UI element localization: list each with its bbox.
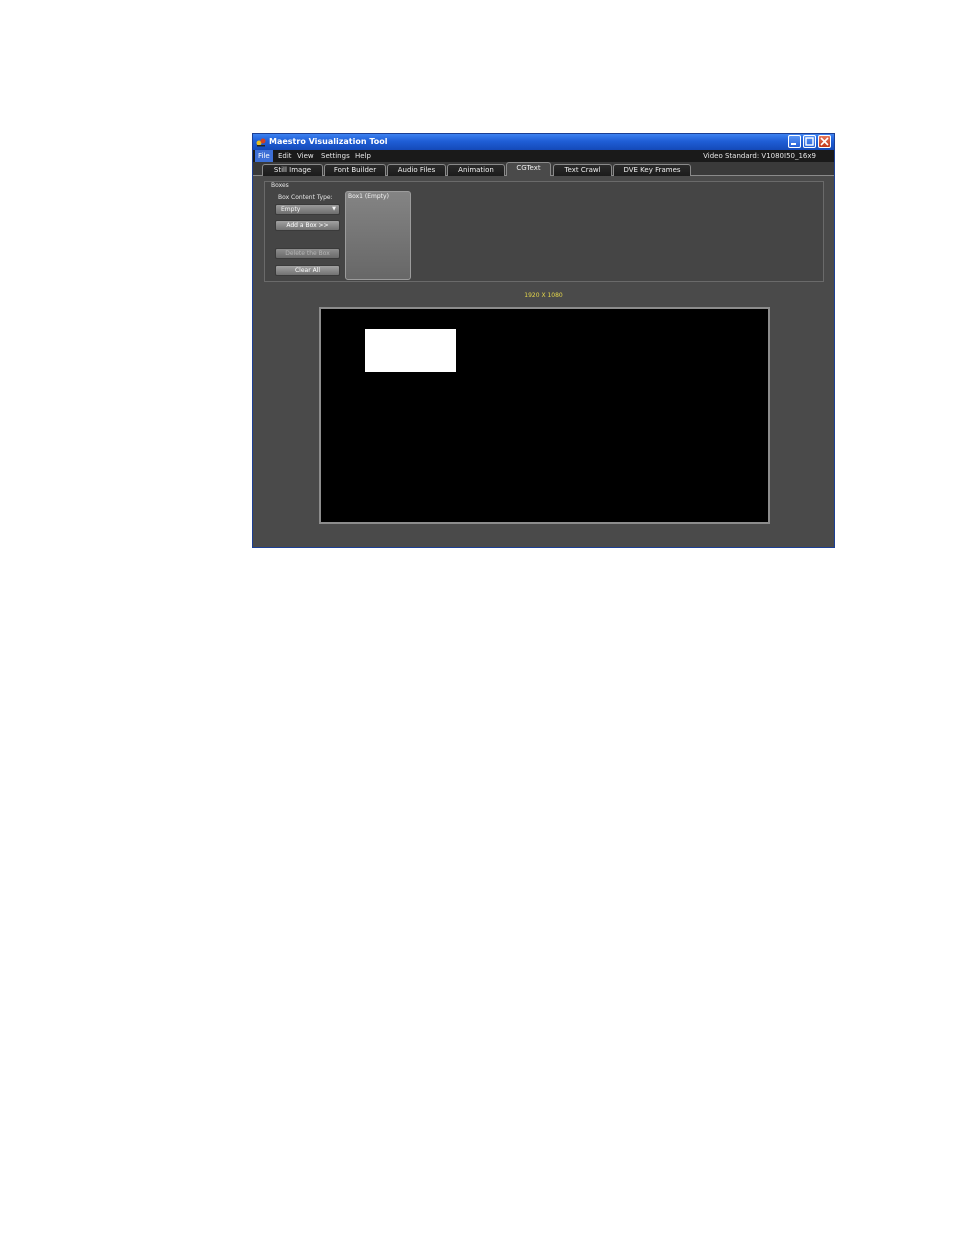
- tab-audio-files[interactable]: Audio Files: [387, 164, 446, 176]
- chevron-down-icon: ▼: [332, 206, 336, 212]
- maximize-icon: [805, 137, 814, 146]
- menu-bar: File Edit View Settings Help Video Stand…: [253, 150, 834, 162]
- close-button[interactable]: [818, 135, 831, 148]
- menu-file[interactable]: File: [255, 150, 273, 162]
- minimize-button[interactable]: [788, 135, 801, 148]
- box-list[interactable]: Box1 (Empty): [345, 191, 411, 280]
- preview-canvas[interactable]: [319, 307, 770, 524]
- menu-edit[interactable]: Edit: [275, 150, 295, 162]
- box-content-type-select[interactable]: Empty ▼: [275, 204, 340, 215]
- list-item[interactable]: Box1 (Empty): [348, 193, 389, 200]
- tab-cgtext[interactable]: CGText: [506, 162, 551, 176]
- menu-help[interactable]: Help: [352, 150, 374, 162]
- video-standard-label: Video Standard: V1080I50_16x9: [703, 152, 816, 160]
- title-bar[interactable]: Maestro Visualization Tool: [253, 134, 834, 150]
- tab-still-image[interactable]: Still Image: [262, 164, 323, 176]
- text-box-preview[interactable]: [365, 329, 456, 372]
- box-content-type-label: Box Content Type:: [278, 194, 333, 201]
- close-icon: [820, 137, 829, 146]
- minimize-icon: [791, 143, 796, 145]
- box-content-type-value: Empty: [281, 206, 301, 213]
- app-window: Maestro Visualization Tool File Edit Vie…: [252, 133, 835, 548]
- clear-all-button[interactable]: Clear All: [275, 265, 340, 276]
- delete-box-button[interactable]: Delete the Box: [275, 248, 340, 259]
- tab-animation[interactable]: Animation: [447, 164, 505, 176]
- menu-view[interactable]: View: [294, 150, 317, 162]
- menu-settings[interactable]: Settings: [318, 150, 353, 162]
- app-logo-icon: [256, 137, 266, 147]
- boxes-group: Boxes Box Content Type: Empty ▼ Add a Bo…: [264, 181, 824, 282]
- maximize-button[interactable]: [803, 135, 816, 148]
- tab-dve-key-frames[interactable]: DVE Key Frames: [613, 164, 691, 176]
- resolution-label: 1920 X 1080: [524, 292, 563, 299]
- tab-bar: Still Image Font Builder Audio Files Ani…: [253, 162, 834, 176]
- add-box-button[interactable]: Add a Box >>: [275, 220, 340, 231]
- tab-text-crawl[interactable]: Text Crawl: [553, 164, 612, 176]
- boxes-group-label: Boxes: [271, 182, 289, 189]
- tab-font-builder[interactable]: Font Builder: [324, 164, 386, 176]
- window-title: Maestro Visualization Tool: [269, 137, 388, 146]
